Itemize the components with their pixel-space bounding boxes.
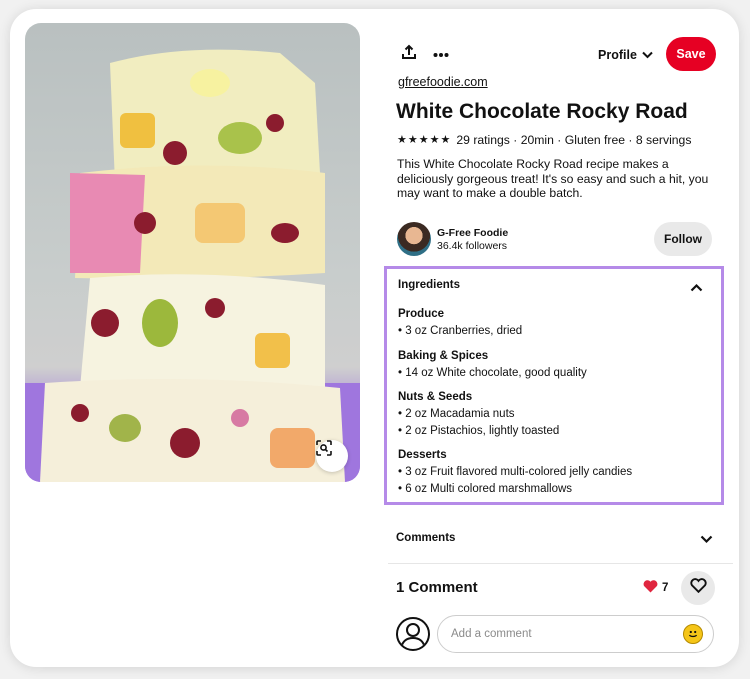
ingredient-item: • 3 oz Fruit flavored multi-colored jell…: [398, 466, 633, 478]
reaction-count: 7: [662, 582, 669, 594]
pin-card: Profile Save gfreefoodie.com White Choco…: [10, 9, 739, 667]
user-avatar-icon: [396, 617, 430, 651]
author-row: G-Free Foodie 36.4k followers Follow: [397, 222, 727, 256]
comment-composer: [396, 615, 726, 655]
ingredients-heading[interactable]: Ingredients: [398, 279, 460, 291]
reactions[interactable]: 7: [643, 580, 668, 596]
more-icon: [433, 45, 449, 63]
share-button[interactable]: [396, 41, 422, 67]
profile-dropdown[interactable]: Profile: [598, 44, 653, 66]
ingredient-item: • 6 oz Multi colored marshmallows: [398, 482, 573, 495]
ingredient-group-title: Baking & Spices: [398, 350, 489, 362]
star-icon: ★: [407, 133, 418, 146]
follow-button[interactable]: Follow: [654, 222, 712, 256]
rocky-road-photo: [25, 49, 360, 482]
pin-image[interactable]: [25, 23, 360, 482]
react-button[interactable]: [681, 571, 715, 605]
ingredients-panel: Ingredients Produce • 3 oz Cranberries, …: [384, 266, 724, 505]
save-button[interactable]: Save: [666, 37, 716, 71]
visual-search-button[interactable]: [316, 440, 348, 472]
chevron-down-icon: [700, 531, 713, 549]
ingredient-group: Nuts & Seeds • 2 oz Macadamia nuts • 2 o…: [398, 390, 559, 439]
ingredient-item: • 2 oz Pistachios, lightly toasted: [398, 424, 560, 437]
ingredient-group-title: Nuts & Seeds: [398, 391, 473, 403]
emoji-icon[interactable]: [683, 624, 703, 644]
author-avatar[interactable]: [397, 222, 431, 256]
ingredient-group: Baking & Spices • 14 oz White chocolate,…: [398, 349, 587, 382]
comment-input[interactable]: [437, 615, 714, 653]
ingredient-item: • 2 oz Macadamia nuts: [398, 408, 515, 420]
divider: [388, 563, 733, 564]
comment-count: 1 Comment: [396, 579, 478, 596]
star-icon: ★: [429, 133, 440, 146]
chevron-down-icon: [642, 48, 653, 62]
ingredient-item: • 14 oz White chocolate, good quality: [398, 367, 587, 379]
rating-stars: ★ ★ ★ ★ ★: [397, 133, 451, 146]
ingredient-group: Produce • 3 oz Cranberries, dried: [398, 307, 522, 340]
comments-label: Comments: [396, 532, 456, 544]
star-icon: ★: [440, 133, 451, 146]
pin-title: White Chocolate Rocky Road: [396, 100, 688, 123]
ingredient-group-title: Desserts: [398, 449, 447, 461]
star-icon: ★: [397, 133, 407, 146]
pin-description: This White Chocolate Rocky Road recipe m…: [397, 157, 709, 200]
recipe-meta: ★ ★ ★ ★ ★ 29 ratings · 20min · Gluten fr…: [397, 133, 691, 147]
ingredient-group: Desserts • 3 oz Fruit flavored multi-col…: [398, 448, 632, 497]
recipe-meta-text: 29 ratings · 20min · Gluten free · 8 ser…: [456, 133, 692, 147]
more-options-button[interactable]: [428, 41, 454, 67]
ingredient-group-title: Produce: [398, 308, 445, 320]
author-name[interactable]: G-Free Foodie: [437, 227, 508, 239]
chevron-up-icon[interactable]: [690, 279, 703, 297]
source-link[interactable]: gfreefoodie.com: [398, 75, 488, 89]
pin-toolbar: Profile Save: [396, 37, 726, 73]
comments-toggle[interactable]: Comments: [396, 531, 726, 551]
ingredient-item: • 3 oz Cranberries, dried: [398, 325, 523, 337]
share-icon: [401, 44, 417, 65]
heart-reaction-icon: [643, 580, 658, 596]
heart-outline-icon: [689, 578, 707, 598]
profile-label: Profile: [598, 48, 637, 62]
star-icon: ★: [418, 133, 429, 146]
author-followers: 36.4k followers: [437, 240, 508, 252]
